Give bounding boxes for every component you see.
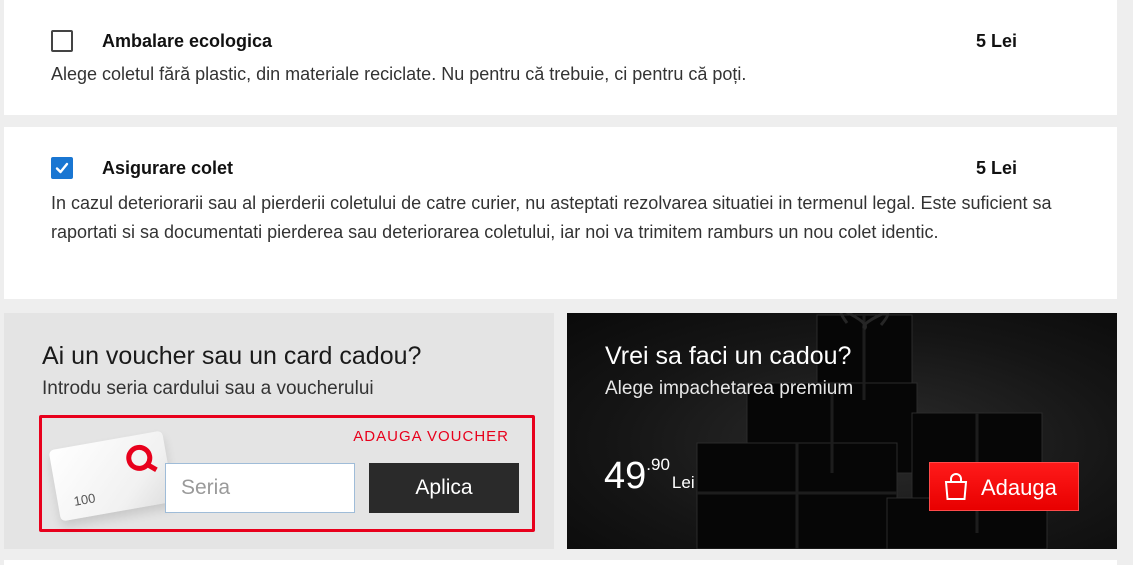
next-section-edge bbox=[4, 560, 1117, 565]
eco-packaging-checkbox[interactable] bbox=[51, 30, 73, 52]
eco-packaging-price: 5 Lei bbox=[975, 31, 1017, 51]
gift-card-amount: 100 bbox=[72, 490, 97, 509]
eco-packaging-description: Alege coletul fără plastic, din material… bbox=[51, 64, 747, 84]
option-card-parcel-insurance: Asigurare colet 5 Lei In cazul deteriora… bbox=[4, 127, 1117, 299]
gift-subtitle: Alege impachetarea premium bbox=[605, 378, 854, 399]
add-voucher-link[interactable]: ADAUGA VOUCHER bbox=[353, 428, 509, 445]
parcel-insurance-description: In cazul deteriorarii sau al pierderii c… bbox=[51, 193, 1052, 242]
parcel-insurance-title: Asigurare colet bbox=[102, 158, 234, 178]
parcel-insurance-price: 5 Lei bbox=[975, 158, 1017, 178]
voucher-title: Ai un voucher sau un card cadou? bbox=[42, 342, 422, 370]
checkmark-icon bbox=[55, 162, 69, 174]
brand-logo-icon bbox=[124, 442, 155, 473]
voucher-input-box: ADAUGA VOUCHER 100 Aplica bbox=[39, 415, 535, 532]
gift-title: Vrei sa faci un cadou? bbox=[605, 342, 852, 370]
gift-price-currency: Lei bbox=[671, 473, 695, 492]
gift-wrap-panel: Vrei sa faci un cadou? Alege impachetare… bbox=[567, 313, 1117, 549]
gift-card-image: 100 bbox=[48, 430, 175, 522]
gift-price-integer: 49 bbox=[604, 455, 647, 497]
parcel-insurance-checkbox[interactable] bbox=[51, 157, 73, 179]
voucher-subtitle: Introdu seria cardului sau a voucherului bbox=[42, 378, 374, 399]
voucher-serial-input[interactable] bbox=[165, 463, 355, 513]
eco-packaging-title: Ambalare ecologica bbox=[102, 31, 273, 51]
voucher-panel: Ai un voucher sau un card cadou? Introdu… bbox=[4, 313, 554, 549]
gift-price-decimals: .90 bbox=[646, 455, 670, 474]
shopping-bag-icon bbox=[944, 473, 968, 500]
option-card-eco-packaging: Ambalare ecologica 5 Lei Alege coletul f… bbox=[4, 0, 1117, 115]
apply-voucher-button[interactable]: Aplica bbox=[369, 463, 519, 513]
add-gift-wrap-label: Adauga bbox=[981, 475, 1057, 500]
gift-price: 49.90Lei bbox=[604, 455, 695, 498]
add-gift-wrap-button[interactable]: Adauga bbox=[929, 462, 1079, 511]
